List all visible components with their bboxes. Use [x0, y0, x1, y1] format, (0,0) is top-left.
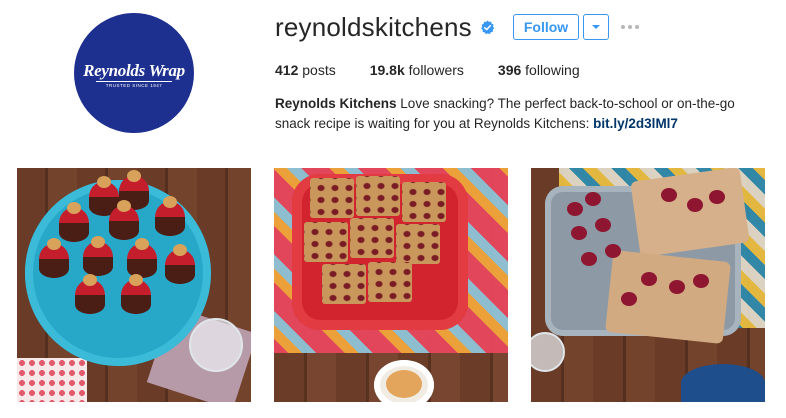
strawberry — [165, 244, 195, 284]
beet-chip — [687, 198, 703, 212]
username: reynoldskitchens — [275, 11, 472, 42]
drinking-glass — [189, 318, 243, 372]
strawberry — [127, 238, 157, 278]
strawberry — [75, 274, 105, 314]
beet-chip — [567, 202, 583, 216]
beet-chip — [595, 218, 611, 232]
follow-dropdown-button[interactable] — [583, 14, 610, 40]
post-thumbnail-2[interactable] — [274, 168, 508, 402]
follow-button[interactable]: Follow — [512, 14, 580, 40]
blondie-bar — [304, 222, 348, 262]
snack-bowl — [374, 360, 434, 402]
avatar-tagline: TRUSTED SINCE 1947 — [105, 83, 163, 88]
profile-avatar-container: Reynolds Wrap TRUSTED SINCE 1947 — [74, 13, 194, 133]
beet-chip — [581, 252, 597, 266]
post-grid — [17, 168, 765, 402]
avatar-divider — [96, 81, 172, 82]
bio-name: Reynolds Kitchens — [275, 96, 397, 111]
beet-chip — [669, 280, 685, 294]
strawberry — [109, 200, 139, 240]
profile-header: reynoldskitchens Follow 412 posts 19.8k … — [275, 12, 775, 134]
following-label: following — [525, 62, 580, 78]
beet-chip — [661, 188, 677, 202]
strawberry — [83, 236, 113, 276]
bio-link[interactable]: bit.ly/2d3lMl7 — [593, 116, 678, 131]
verified-badge-icon — [480, 19, 495, 35]
strawberry — [59, 202, 89, 242]
chevron-down-icon — [592, 25, 601, 29]
beet-chip — [605, 244, 621, 258]
blondie-bar — [356, 176, 400, 216]
post-thumbnail-1[interactable] — [17, 168, 251, 402]
blondie-bar — [322, 264, 366, 304]
more-options-icon[interactable] — [621, 14, 640, 40]
more-dot — [628, 25, 633, 29]
blue-bowl — [681, 364, 765, 402]
polka-dot-cloth — [17, 358, 87, 402]
more-dot — [635, 25, 640, 29]
blondie-bar — [368, 262, 412, 302]
strawberry — [121, 274, 151, 314]
profile-bio: Reynolds Kitchens Love snacking? The per… — [275, 94, 765, 134]
profile-stats: 412 posts 19.8k followers 396 following — [275, 62, 775, 78]
avatar[interactable]: Reynolds Wrap TRUSTED SINCE 1947 — [74, 13, 194, 133]
paper-bag — [630, 168, 750, 258]
following-stat[interactable]: 396 following — [498, 62, 580, 78]
beet-chip — [585, 192, 601, 206]
beet-chip — [709, 190, 725, 204]
followers-stat[interactable]: 19.8k followers — [370, 62, 464, 78]
blondie-bar — [402, 182, 446, 222]
beet-chip — [571, 226, 587, 240]
followers-count: 19.8k — [369, 62, 405, 78]
post-thumbnail-3[interactable] — [531, 168, 765, 402]
blondie-bar — [310, 178, 354, 218]
beet-chip — [641, 272, 657, 286]
strawberry — [155, 196, 185, 236]
beet-chip — [621, 292, 637, 306]
followers-label: followers — [408, 62, 464, 78]
title-row: reynoldskitchens Follow — [275, 12, 775, 42]
blondie-bar — [396, 224, 440, 264]
blondie-bar — [350, 218, 394, 258]
beet-chip — [693, 274, 709, 288]
following-count: 396 — [497, 62, 522, 78]
more-dot — [621, 25, 626, 29]
strawberry — [39, 238, 69, 278]
posts-label: posts — [302, 62, 336, 78]
avatar-brand-text: Reynolds Wrap — [83, 61, 185, 80]
posts-count: 412 — [275, 62, 299, 78]
posts-stat: 412 posts — [275, 62, 336, 78]
